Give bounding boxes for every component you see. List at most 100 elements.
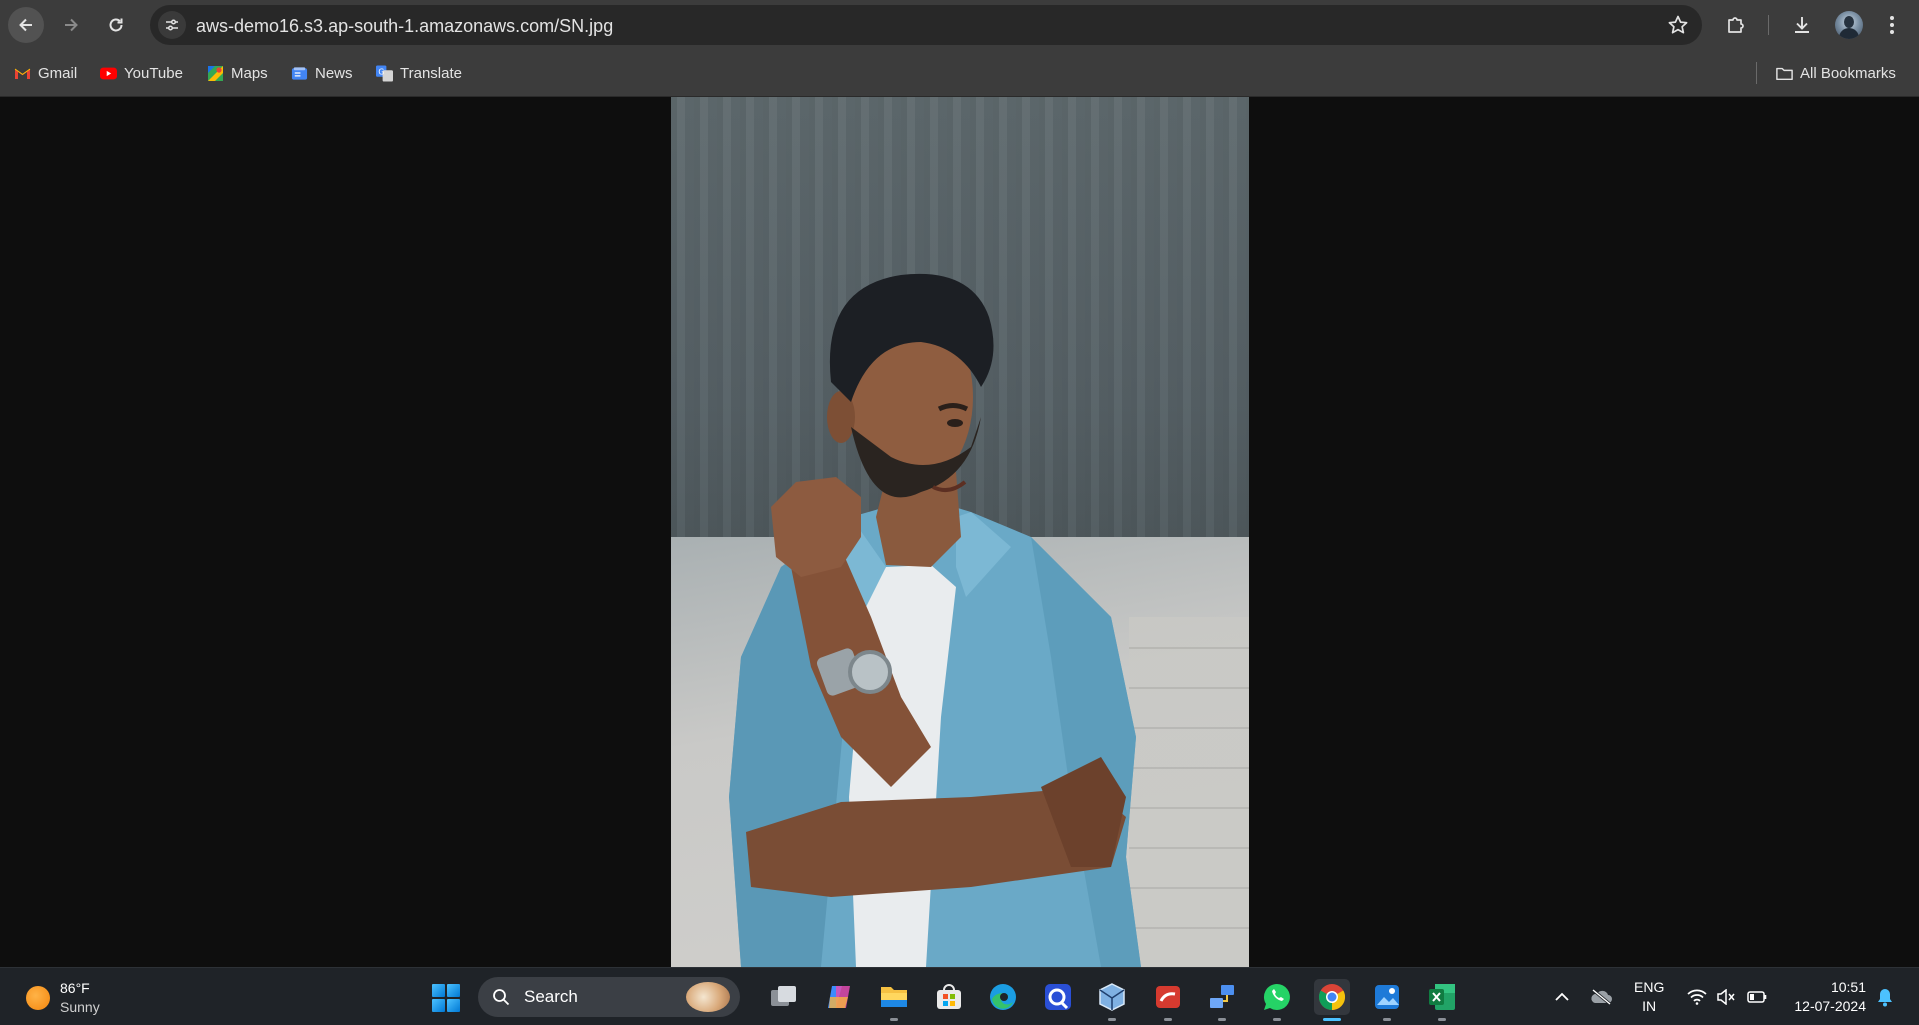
whatsapp-icon — [1263, 983, 1290, 1010]
volume-status[interactable] — [1715, 986, 1737, 1008]
bell-icon — [1878, 989, 1892, 1007]
whatsapp-button[interactable] — [1259, 979, 1295, 1021]
start-button[interactable] — [432, 984, 460, 1012]
microsoft-store-button[interactable] — [931, 979, 967, 1015]
bookmark-youtube[interactable]: YouTube — [100, 62, 183, 84]
cube-icon — [1099, 983, 1125, 1011]
displayed-image[interactable] — [671, 97, 1249, 967]
store-icon — [937, 984, 961, 1009]
clock-time: 10:51 — [1830, 979, 1866, 995]
volume-mute-icon — [1717, 989, 1735, 1005]
address-bar[interactable]: aws-demo16.s3.ap-south-1.amazonaws.com/S… — [150, 5, 1702, 45]
notifications-button[interactable] — [1874, 986, 1896, 1008]
running-indicator — [1438, 1018, 1446, 1021]
translate-icon: G — [376, 64, 393, 82]
bookmark-star-button[interactable] — [1666, 13, 1690, 37]
app-c-button[interactable] — [1040, 979, 1076, 1015]
bookmark-news[interactable]: News — [291, 62, 353, 84]
edge-icon — [990, 984, 1016, 1010]
page-viewport — [0, 97, 1919, 967]
app-c-icon — [1045, 984, 1071, 1010]
bookmarks-bar: Gmail YouTube Maps News G Translate All … — [0, 50, 1919, 97]
bookmarks-divider — [1756, 62, 1757, 84]
bookmark-gmail[interactable]: Gmail — [14, 62, 77, 84]
avatar-body — [1839, 28, 1859, 39]
download-icon — [1795, 17, 1809, 33]
show-hidden-icons-button[interactable] — [1551, 986, 1573, 1008]
tune-icon — [166, 19, 178, 31]
windows-logo-tile — [447, 984, 460, 997]
site-info-button[interactable] — [158, 11, 186, 39]
bookmark-label: YouTube — [124, 64, 183, 82]
weather-temperature: 86°F — [60, 980, 90, 996]
network-app-button[interactable] — [1204, 979, 1240, 1021]
bookmark-label: Translate — [400, 64, 462, 82]
arrow-left-icon — [19, 18, 32, 32]
news-icon — [291, 65, 308, 82]
onedrive-status[interactable] — [1590, 986, 1612, 1008]
forward-button[interactable] — [53, 7, 89, 43]
file-explorer-button[interactable] — [876, 979, 912, 1021]
all-bookmarks-label: All Bookmarks — [1800, 64, 1896, 82]
wifi-icon — [1687, 989, 1707, 1005]
windows-logo-tile — [432, 984, 445, 997]
search-highlight-shell-icon — [686, 982, 730, 1012]
running-indicator — [1108, 1018, 1116, 1021]
bookmark-label: Maps — [231, 64, 268, 82]
folder-icon — [1776, 65, 1793, 82]
all-bookmarks-button[interactable]: All Bookmarks — [1776, 62, 1896, 84]
avatar-face — [1844, 16, 1854, 28]
url-text[interactable]: aws-demo16.s3.ap-south-1.amazonaws.com/S… — [196, 16, 613, 37]
running-indicator — [1273, 1018, 1281, 1021]
bookmark-maps[interactable]: Maps — [207, 62, 268, 84]
profile-avatar[interactable] — [1835, 11, 1863, 39]
red-app-button[interactable] — [1150, 979, 1186, 1021]
language-code: ENG — [1634, 979, 1665, 995]
wifi-status[interactable] — [1686, 986, 1708, 1008]
downloads-button[interactable] — [1788, 11, 1816, 39]
weather-widget[interactable]: 86°F Sunny — [26, 979, 100, 1017]
extensions-button[interactable] — [1722, 11, 1750, 39]
task-view-icon — [771, 986, 796, 1006]
weather-text: 86°F Sunny — [60, 979, 100, 1017]
excel-button[interactable] — [1424, 979, 1460, 1021]
chrome-button[interactable] — [1314, 979, 1350, 1021]
person-photo — [729, 273, 1141, 967]
virtualbox-button[interactable] — [1094, 979, 1130, 1021]
maps-icon — [207, 65, 224, 82]
arrow-right-icon — [65, 18, 78, 32]
search-label: Search — [524, 987, 578, 1006]
task-view-button[interactable] — [766, 979, 802, 1015]
photos-button[interactable] — [1369, 979, 1405, 1021]
running-indicator — [890, 1018, 898, 1021]
running-indicator — [1383, 1018, 1391, 1021]
folder-icon — [881, 987, 907, 1007]
more-vert-icon — [1890, 16, 1894, 34]
network-icon — [1210, 985, 1234, 1008]
taskbar: 86°F Sunny Search ENG IN 10:51 12-07-202… — [0, 967, 1919, 1025]
bookmark-translate[interactable]: G Translate — [376, 62, 462, 84]
windows-logo-tile — [447, 999, 460, 1012]
svg-text:G: G — [378, 67, 384, 76]
active-indicator — [1323, 1018, 1341, 1021]
browser-toolbar: aws-demo16.s3.ap-south-1.amazonaws.com/S… — [0, 0, 1919, 50]
copilot-icon — [828, 986, 850, 1008]
search-icon — [493, 989, 510, 1006]
back-button[interactable] — [8, 7, 44, 43]
input-language[interactable]: ENG IN — [1634, 978, 1664, 1016]
chevron-up-icon — [1555, 992, 1569, 1001]
weather-condition: Sunny — [60, 999, 100, 1015]
running-indicator — [1218, 1018, 1226, 1021]
system-clock[interactable]: 10:51 12-07-2024 — [1786, 978, 1866, 1016]
battery-status[interactable] — [1746, 986, 1768, 1008]
copilot-button[interactable] — [821, 979, 857, 1015]
reload-button[interactable] — [98, 7, 134, 43]
cloud-off-icon — [1591, 989, 1612, 1005]
bookmark-label: Gmail — [38, 64, 78, 82]
windows-logo-tile — [432, 999, 445, 1012]
clock-date: 12-07-2024 — [1794, 998, 1866, 1014]
taskbar-search[interactable]: Search — [478, 977, 740, 1017]
youtube-icon — [100, 65, 117, 82]
edge-button[interactable] — [985, 979, 1021, 1015]
menu-button[interactable] — [1878, 11, 1906, 39]
